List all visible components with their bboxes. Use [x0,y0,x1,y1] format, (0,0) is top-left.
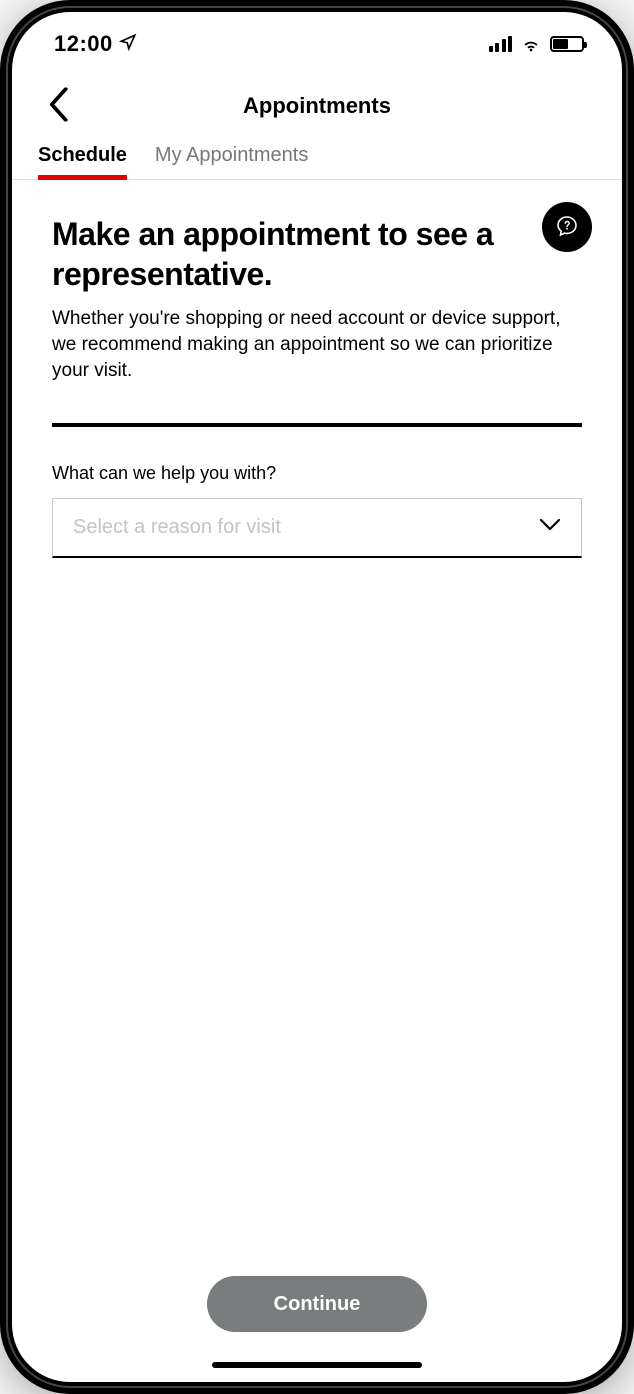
heading: Make an appointment to see a representat… [52,214,582,294]
signal-icon [489,36,513,52]
tab-my-appointments[interactable]: My Appointments [155,136,308,179]
continue-button[interactable]: Continue [207,1276,427,1332]
divider [52,423,582,427]
battery-icon [550,36,584,52]
chevron-down-icon [539,518,561,537]
page-title: Appointments [243,93,391,119]
status-bar: 12:00 [12,12,622,76]
subheading: Whether you're shopping or need account … [52,306,582,385]
wifi-icon [520,33,542,55]
chevron-left-icon [48,110,68,125]
content: Make an appointment to see a representat… [12,180,622,1256]
back-button[interactable] [40,80,76,133]
select-placeholder: Select a reason for visit [73,516,281,539]
nav-header: Appointments [12,76,622,136]
tab-schedule[interactable]: Schedule [38,136,127,179]
tabs: Schedule My Appointments [12,136,622,180]
help-button[interactable] [542,202,592,252]
location-icon [119,31,137,57]
home-indicator[interactable] [212,1362,422,1368]
status-time: 12:00 [54,31,113,57]
screen: 12:00 [12,12,622,1382]
reason-select[interactable]: Select a reason for visit [52,498,582,558]
phone-frame: 12:00 [0,0,634,1394]
field-label: What can we help you with? [52,463,582,484]
chat-help-icon [555,214,579,241]
